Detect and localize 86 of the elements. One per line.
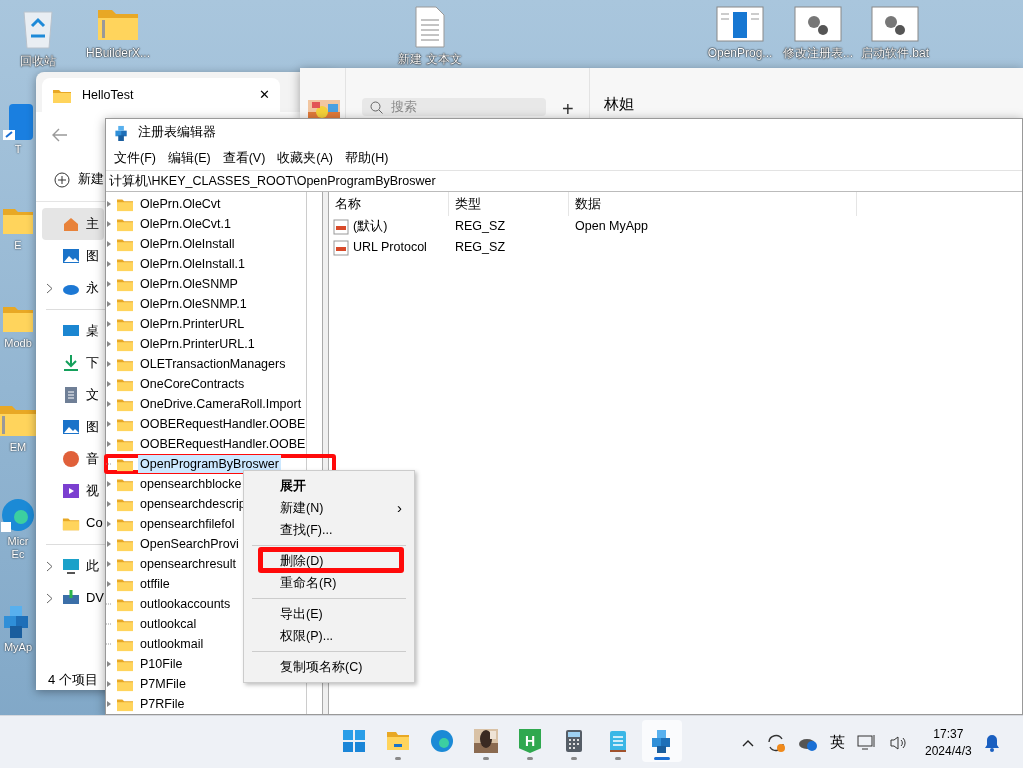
menu-item[interactable]: 收藏夹(A) [271, 148, 339, 168]
menu-item[interactable]: 新建(N) › [244, 497, 414, 519]
folder-icon [386, 729, 410, 753]
back-arrow-icon [52, 128, 68, 142]
value-type: REG_SZ [455, 219, 505, 234]
sidebar-item[interactable]: 此 [42, 550, 104, 582]
tree-item[interactable]: OlePrn.OleSNMP [106, 274, 306, 294]
tree-item[interactable]: P7RFile [106, 694, 306, 714]
video-icon [62, 482, 80, 500]
tree-item[interactable]: OneDrive.CameraRoll.Import [106, 394, 306, 414]
value-name: URL Protocol [353, 239, 427, 257]
window-icon [716, 6, 764, 42]
add-button[interactable]: + [562, 98, 574, 118]
menu-item[interactable]: 展开 [244, 475, 414, 497]
text-file-icon [413, 6, 447, 48]
clock[interactable]: 17:37 2024/4/3 [925, 725, 972, 760]
tree-item[interactable]: OneCoreContracts [106, 374, 306, 394]
window-tab[interactable]: HelloTest ✕ [42, 78, 280, 112]
contact-name: 林妲 [604, 95, 634, 113]
sidebar-item[interactable]: DV [42, 582, 104, 614]
submenu-arrow: › [397, 497, 402, 518]
app-shortcut-icon [3, 104, 33, 140]
search-icon [370, 100, 383, 114]
sidebar-item[interactable]: 桌 [42, 315, 104, 347]
sidebar-item[interactable]: 永 [42, 272, 104, 304]
sidebar-item[interactable]: 文 [42, 379, 104, 411]
image-icon [62, 418, 80, 436]
menu-item[interactable]: 查找(F)... [244, 519, 414, 541]
menu-item[interactable]: 重命名(R) [244, 572, 414, 594]
sync-icon [766, 732, 786, 753]
tree-item[interactable]: OlePrn.OleInstall [106, 234, 306, 254]
home-icon [62, 215, 80, 233]
folder-icon [3, 206, 33, 236]
menu-item[interactable]: 帮助(H) [339, 148, 395, 168]
new-button[interactable]: 新建 [54, 170, 104, 189]
tree-item[interactable]: OlePrn.PrinterURL.1 [106, 334, 306, 354]
string-value-icon [333, 218, 349, 235]
menu-item[interactable]: 文件(F) [108, 148, 162, 168]
monitor-icon [62, 557, 80, 575]
menu-item[interactable]: 编辑(E) [161, 148, 217, 168]
tree-item[interactable]: OlePrn.OleCvt.1 [106, 214, 306, 234]
tree-item[interactable]: OlePrn.OleCvt [106, 194, 306, 214]
menu-item[interactable]: 导出(E) [244, 603, 414, 625]
sidebar-item[interactable]: Co [42, 507, 104, 539]
drive-icon [61, 589, 80, 607]
folder-icon [3, 304, 33, 334]
menu-item[interactable]: 删除(D) [244, 550, 414, 572]
value-name: (默认) [353, 218, 388, 236]
chevron-up-icon [742, 738, 754, 747]
tree-item[interactable]: OlePrn.OleSNMP.1 [106, 294, 306, 314]
sidebar-item[interactable]: 图 [42, 240, 104, 272]
address-bar[interactable]: 计算机\HKEY_CLASSES_ROOT\OpenProgramByBroswer [106, 170, 1022, 192]
tab-title: HelloTest [82, 86, 135, 104]
item-count: 4 个项目 [48, 671, 98, 689]
string-value-icon [333, 239, 349, 256]
column-header[interactable]: 类型 [449, 192, 569, 216]
input-method-indicator[interactable]: 英 [830, 731, 845, 754]
menu-item[interactable]: 查看(V) [216, 148, 272, 168]
bell-icon [983, 733, 1000, 752]
document-icon [62, 386, 80, 404]
value-type: REG_SZ [455, 240, 505, 255]
menu-item[interactable]: 权限(P)... [244, 625, 414, 647]
sidebar-item[interactable]: 图 [42, 411, 104, 443]
tree-item[interactable]: OlePrn.OleInstall.1 [106, 254, 306, 274]
value-data: Open MyApp [575, 219, 648, 234]
start-icon [342, 729, 366, 753]
app-logo: H [519, 729, 541, 753]
tree-item[interactable]: OlePrn.PrinterURL [106, 314, 306, 334]
registry-cubes-icon [114, 124, 130, 141]
image-icon [62, 247, 80, 265]
sidebar-item[interactable]: 主 [42, 208, 104, 240]
speaker-icon [889, 734, 907, 751]
taskbar-button[interactable] [642, 720, 682, 762]
plus-circle-icon [54, 171, 70, 188]
sidebar-item[interactable]: 视 [42, 475, 104, 507]
network-icon [857, 733, 877, 752]
tree-item[interactable]: OOBERequestHandler.OOBE [106, 414, 306, 434]
window-title: 注册表编辑器 [138, 124, 216, 142]
sidebar-item[interactable]: 音 [42, 443, 104, 475]
tree-item[interactable]: OLETransactionManagers [106, 354, 306, 374]
download-icon [62, 354, 80, 372]
column-header[interactable]: 名称 [329, 192, 449, 216]
close-icon[interactable]: ✕ [259, 85, 270, 105]
sidebar-item[interactable]: 下 [42, 347, 104, 379]
tree-item[interactable]: OOBERequestHandler.OOBE [106, 434, 306, 454]
column-header[interactable]: 数据 [569, 192, 857, 216]
